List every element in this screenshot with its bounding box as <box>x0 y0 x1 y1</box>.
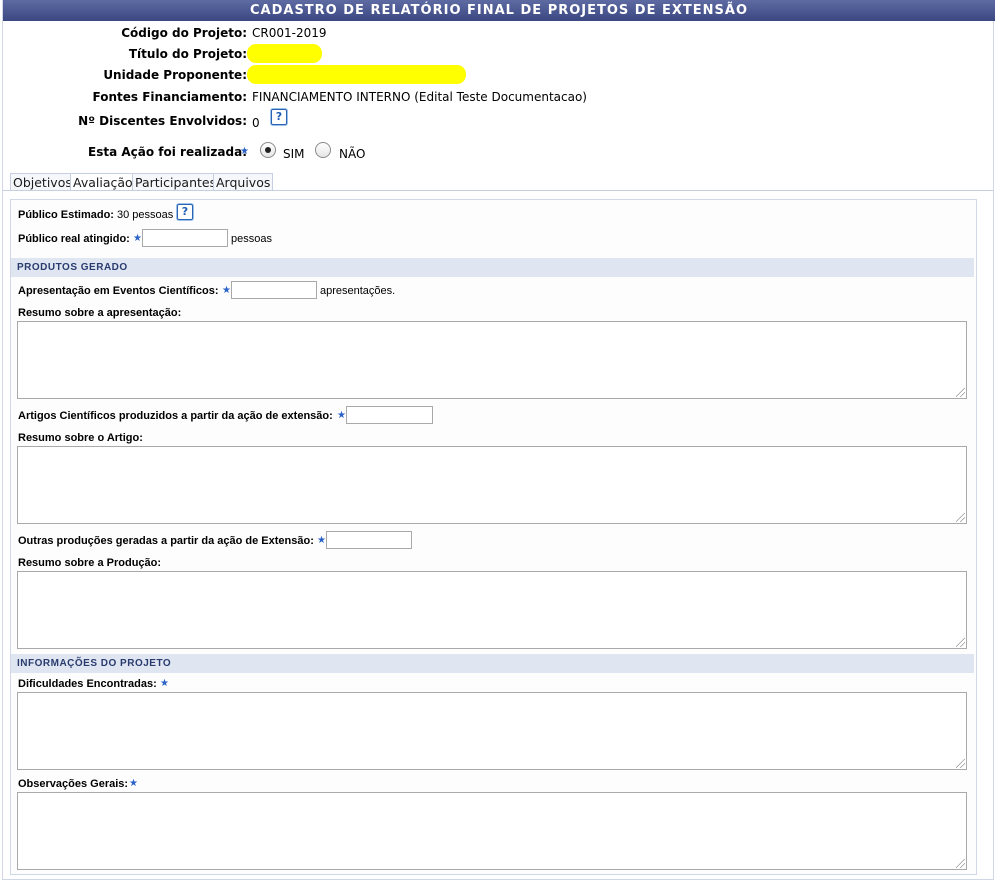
help-icon[interactable]: ? <box>271 109 287 125</box>
apresentacao-label: Apresentação em Eventos Científicos: <box>18 285 219 297</box>
resize-grip-icon[interactable] <box>956 513 965 522</box>
section-produtos: PRODUTOS GERADO <box>11 258 974 277</box>
acao-row: Esta Ação foi realizada: ★ SIM NÃO <box>0 142 997 161</box>
discentes-row: Nº Discentes Envolvidos: 0 ? <box>0 109 997 130</box>
tab-divider <box>3 190 993 191</box>
observacoes-label: Observações Gerais: <box>18 778 129 790</box>
discentes-value: 0 <box>252 116 260 130</box>
required-star-icon: ★ <box>129 778 138 789</box>
codigo-label: Código do Projeto: <box>121 26 247 40</box>
resumo-producao-textarea[interactable] <box>17 571 967 649</box>
unidade-label: Unidade Proponente: <box>103 68 247 82</box>
publico-estimado-value: 30 pessoas <box>117 209 174 221</box>
discentes-label: Nº Discentes Envolvidos: <box>78 114 247 128</box>
radio-sim-label: SIM <box>283 147 305 161</box>
fontes-value: FINANCIAMENTO INTERNO (Edital Teste Docu… <box>252 90 587 104</box>
titulo-redaction <box>247 44 322 63</box>
resumo-artigo-textarea[interactable] <box>17 446 967 524</box>
unidade-row: Unidade Proponente: <box>0 66 997 84</box>
observacoes-textarea[interactable] <box>17 792 967 870</box>
publico-real-unit: pessoas <box>231 233 272 245</box>
publico-real-label: Público real atingido: <box>18 233 130 245</box>
unidade-redaction <box>247 65 466 84</box>
resumo-apresentacao-label: Resumo sobre a apresentação: <box>18 307 182 319</box>
dificuldades-label: Dificuldades Encontradas: <box>18 678 157 690</box>
resize-grip-icon[interactable] <box>956 759 965 768</box>
codigo-value: CR001-2019 <box>252 26 327 40</box>
resize-grip-icon[interactable] <box>956 859 965 868</box>
required-star-icon: ★ <box>222 285 231 296</box>
help-icon[interactable]: ? <box>177 204 193 220</box>
acao-label: Esta Ação foi realizada: <box>88 145 247 159</box>
fontes-row: Fontes Financiamento: FINANCIAMENTO INTE… <box>0 88 997 106</box>
publico-real-input[interactable] <box>142 229 228 247</box>
tab-participantes[interactable]: Participantes <box>132 173 220 191</box>
tab-arquivos[interactable]: Arquivos <box>213 173 274 191</box>
required-star-icon: ★ <box>240 146 249 157</box>
codigo-row: Código do Projeto: CR001-2019 <box>0 24 997 42</box>
apresentacao-unit: apresentações. <box>320 285 396 297</box>
resumo-producao-label: Resumo sobre a Produção: <box>18 557 162 569</box>
apresentacao-input[interactable] <box>231 281 317 299</box>
radio-nao[interactable] <box>315 142 331 158</box>
tab-avaliacao[interactable]: Avaliação <box>70 173 136 191</box>
resize-grip-icon[interactable] <box>956 388 965 397</box>
artigos-input[interactable] <box>346 406 433 424</box>
tab-objetivos[interactable]: Objetivos <box>10 173 75 191</box>
publico-estimado-label: Público Estimado: <box>18 209 114 221</box>
radio-nao-label: NÃO <box>339 147 366 161</box>
artigos-label: Artigos Científicos produzidos a partir … <box>18 410 333 422</box>
outras-label: Outras produções geradas a partir da açã… <box>18 535 314 547</box>
fontes-label: Fontes Financiamento: <box>92 90 247 104</box>
page-title: CADASTRO DE RELATÓRIO FINAL DE PROJETOS … <box>3 0 995 21</box>
resumo-apresentacao-textarea[interactable] <box>17 321 967 399</box>
required-star-icon: ★ <box>133 233 142 244</box>
required-star-icon: ★ <box>160 678 169 689</box>
section-informacoes: INFORMAÇÕES DO PROJETO <box>11 654 974 673</box>
titulo-row: Título do Projeto: <box>0 45 997 63</box>
resize-grip-icon[interactable] <box>956 638 965 647</box>
titulo-label: Título do Projeto: <box>128 47 247 61</box>
radio-sim[interactable] <box>260 142 276 158</box>
required-star-icon: ★ <box>337 410 346 421</box>
resumo-artigo-label: Resumo sobre o Artigo: <box>18 432 143 444</box>
outras-input[interactable] <box>326 531 412 549</box>
dificuldades-textarea[interactable] <box>17 692 967 770</box>
required-star-icon: ★ <box>317 535 326 546</box>
